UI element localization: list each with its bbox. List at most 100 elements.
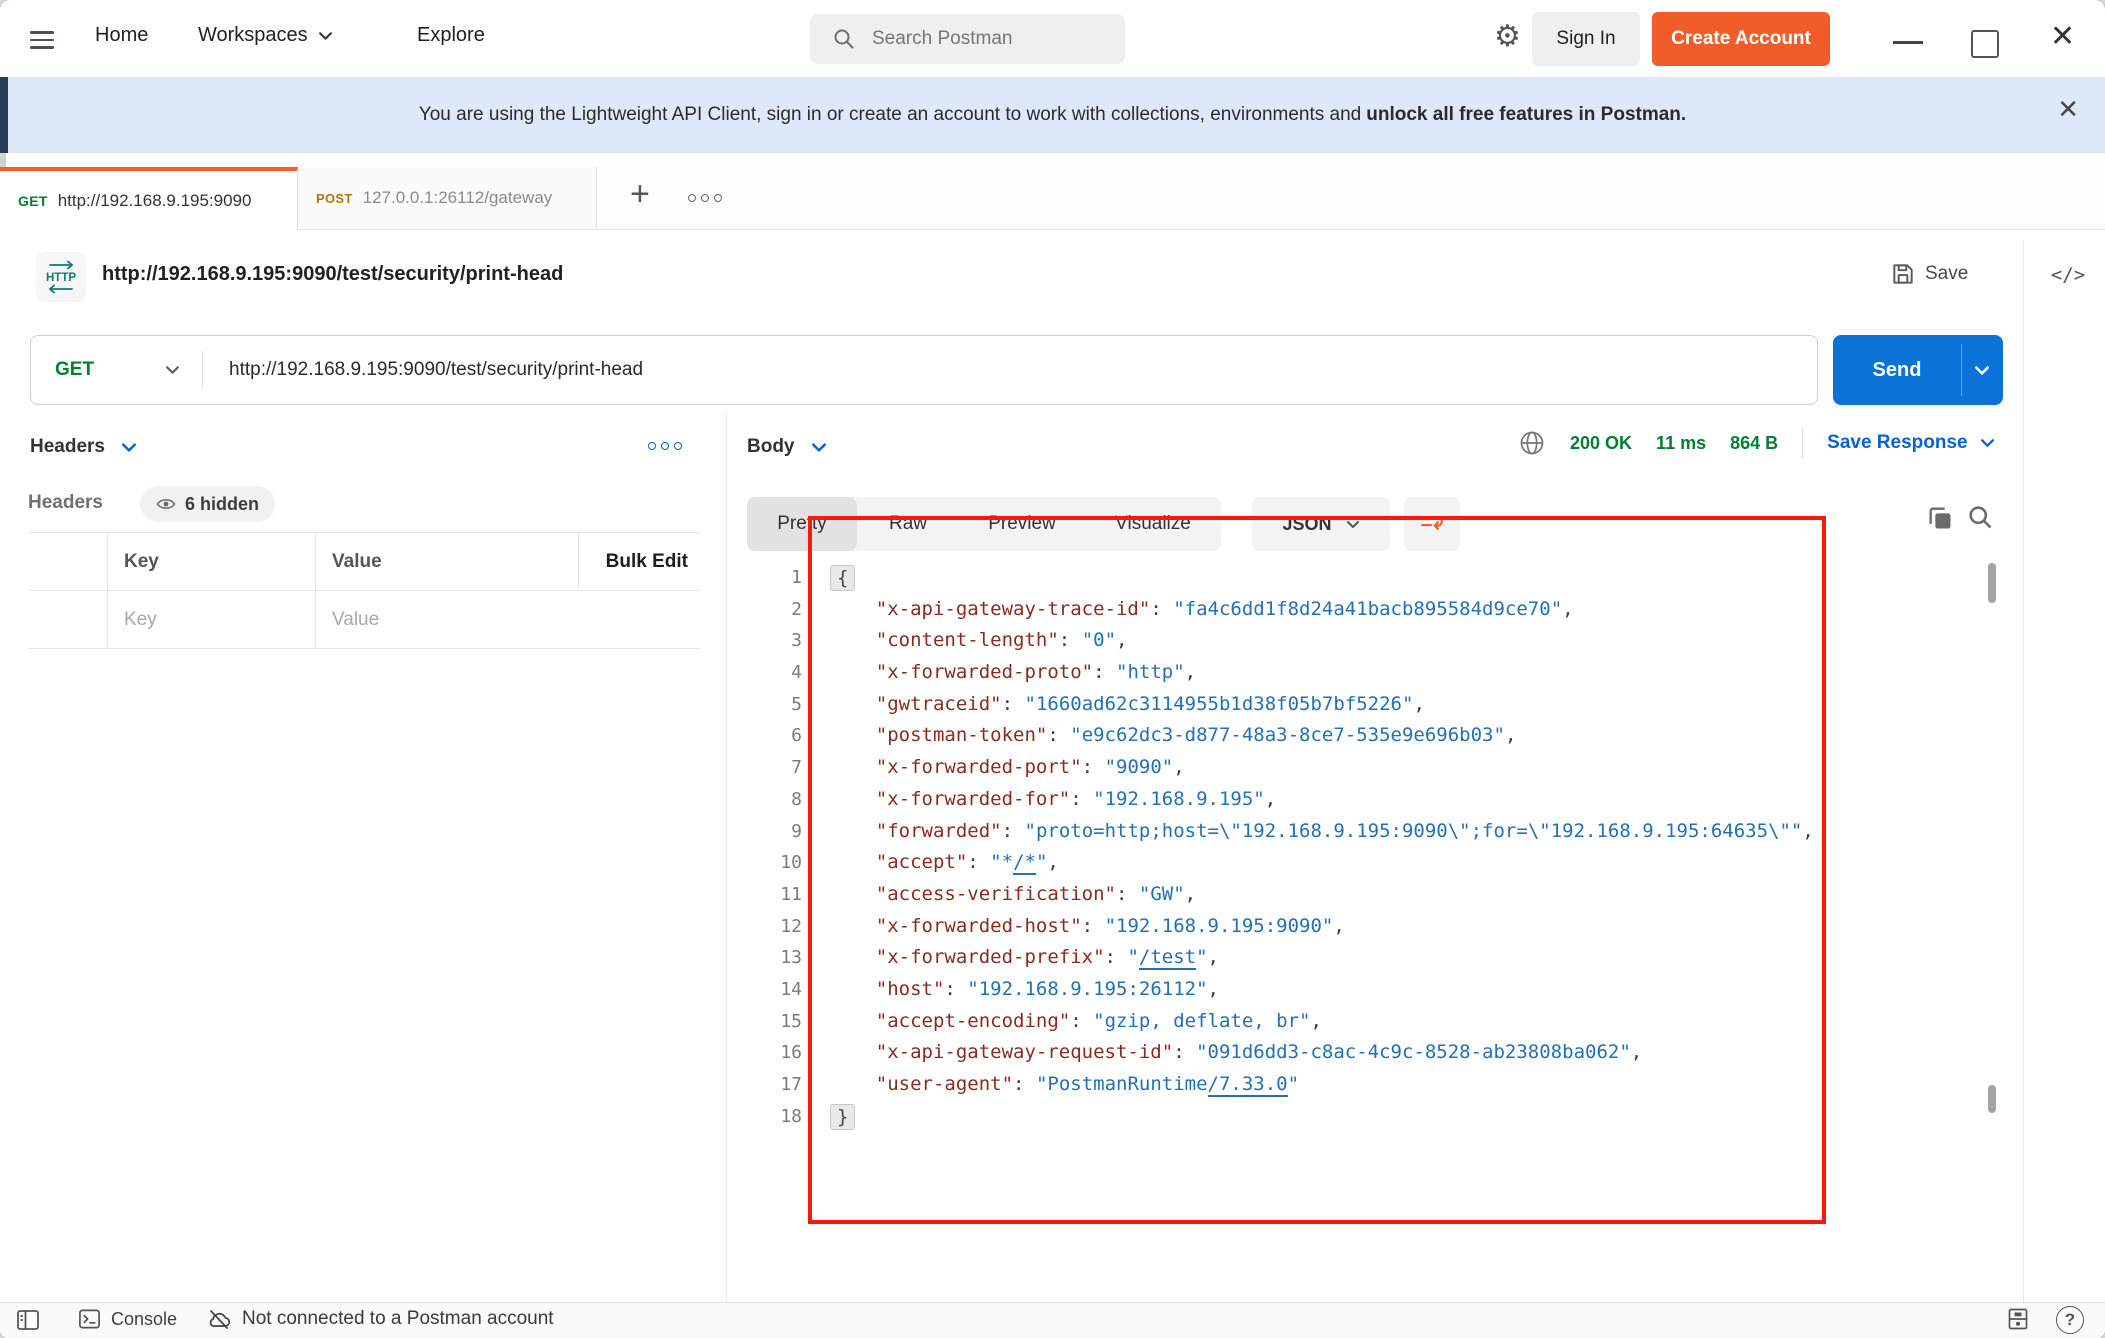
chevron-down-icon xyxy=(318,31,333,41)
request-tab-active[interactable]: GET http://192.168.9.195:9090 xyxy=(0,167,298,230)
nav-explore[interactable]: Explore xyxy=(417,24,485,47)
window-minimize-icon[interactable] xyxy=(1893,41,1923,44)
headers-table-empty-row: Key Value xyxy=(29,591,700,649)
send-split-divider xyxy=(1961,344,1962,396)
search-icon xyxy=(832,27,856,51)
save-label: Save xyxy=(1925,263,1968,285)
tab-method-get: GET xyxy=(18,193,48,209)
sidebar-toggle-icon[interactable] xyxy=(16,1309,40,1331)
window-close-icon[interactable]: ✕ xyxy=(2050,22,2075,52)
request-title: http://192.168.9.195:9090/test/security/… xyxy=(102,263,563,286)
copy-response-icon[interactable] xyxy=(1926,504,1954,532)
code-link[interactable]: /* xyxy=(1013,851,1036,875)
key-input-cell[interactable]: Key xyxy=(108,591,316,648)
sign-in-button[interactable]: Sign In xyxy=(1532,12,1640,66)
method-chevron-icon[interactable] xyxy=(165,365,180,375)
new-tab-button[interactable]: + xyxy=(630,175,650,214)
response-size[interactable]: 864 B xyxy=(1730,433,1778,454)
hamburger-menu-icon[interactable] xyxy=(30,26,54,54)
headers-section-toggle[interactable]: Headers xyxy=(30,436,137,458)
banner-close-icon[interactable]: ✕ xyxy=(2057,96,2079,122)
send-button[interactable]: Send xyxy=(1833,335,2003,405)
tab-method-post: POST xyxy=(316,191,353,206)
connection-status-label: Not connected to a Postman account xyxy=(242,1308,554,1330)
banner-text-bold: unlock all free features in Postman. xyxy=(1366,104,1686,126)
response-view-tabs: Pretty Raw Preview Visualize xyxy=(747,497,1221,551)
search-input[interactable] xyxy=(870,27,1104,51)
split-pane-icon[interactable] xyxy=(2006,1307,2030,1331)
header-select-column xyxy=(29,533,108,590)
http-request-icon: HTTP xyxy=(36,252,86,302)
header-key-column: Key xyxy=(108,533,316,590)
code-snippet-toggle[interactable]: </> xyxy=(2040,264,2096,286)
line-number: 8 xyxy=(758,784,802,816)
save-button[interactable]: Save xyxy=(1890,261,1968,287)
tab-visualize[interactable]: Visualize xyxy=(1085,497,1221,551)
url-bar-divider xyxy=(202,351,203,389)
connection-status[interactable]: Not connected to a Postman account xyxy=(206,1307,554,1331)
code-line: 8 "x-forwarded-for": "192.168.9.195", xyxy=(758,784,1998,816)
line-number: 12 xyxy=(758,911,802,943)
line-number: 9 xyxy=(758,816,802,848)
code-line: 10 "accept": "*/*", xyxy=(758,847,1998,879)
code-lines[interactable]: 1{2 "x-api-gateway-trace-id": "fa4c6dd1f… xyxy=(758,562,1998,1132)
code-line: 14 "host": "192.168.9.195:26112", xyxy=(758,974,1998,1006)
line-number: 3 xyxy=(758,625,802,657)
save-response-label: Save Response xyxy=(1827,432,1967,454)
create-account-button[interactable]: Create Account xyxy=(1652,12,1830,66)
tab-preview[interactable]: Preview xyxy=(959,497,1085,551)
nav-workspaces[interactable]: Workspaces xyxy=(198,24,333,47)
tab-raw[interactable]: Raw xyxy=(857,497,959,551)
method-selector[interactable]: GET xyxy=(55,359,165,381)
nav-home[interactable]: Home xyxy=(95,24,148,47)
console-button[interactable]: Console xyxy=(78,1308,177,1330)
code-line: 3 "content-length": "0", xyxy=(758,625,1998,657)
line-number: 6 xyxy=(758,720,802,752)
response-status[interactable]: 200 OK xyxy=(1570,433,1632,454)
send-options-chevron-icon[interactable] xyxy=(1974,365,1990,376)
headers-list-label: Headers xyxy=(28,492,103,514)
hidden-headers-badge[interactable]: 6 hidden xyxy=(140,486,275,522)
code-line: 17 "user-agent": "PostmanRuntime/7.33.0" xyxy=(758,1069,1998,1101)
row-select-cell[interactable] xyxy=(29,591,108,648)
response-scrollbar-thumb[interactable] xyxy=(1988,563,1996,603)
headers-options-menu-icon[interactable] xyxy=(648,442,682,450)
value-input-cell[interactable]: Value xyxy=(316,591,579,648)
code-scrollbar-thumb[interactable] xyxy=(1988,1085,1996,1113)
code-line: 1{ xyxy=(758,562,1998,594)
code-line: 12 "x-forwarded-host": "192.168.9.195:90… xyxy=(758,911,1998,943)
body-section-toggle[interactable]: Body xyxy=(747,436,827,458)
settings-gear-icon[interactable]: ⚙ xyxy=(1494,22,1521,52)
search-response-icon[interactable] xyxy=(1966,503,1994,531)
code-line: 13 "x-forwarded-prefix": "/test", xyxy=(758,942,1998,974)
request-tab-strip: GET http://192.168.9.195:9090 POST 127.0… xyxy=(0,167,2105,230)
response-time[interactable]: 11 ms xyxy=(1656,433,1706,454)
format-selector[interactable]: JSON xyxy=(1252,497,1390,551)
search-box[interactable] xyxy=(810,14,1125,64)
help-icon[interactable]: ? xyxy=(2056,1306,2084,1334)
bulk-edit-button[interactable]: Bulk Edit xyxy=(606,551,688,573)
code-line: 15 "accept-encoding": "gzip, deflate, br… xyxy=(758,1006,1998,1038)
cloud-offline-icon xyxy=(206,1307,232,1331)
svg-text:HTTP: HTTP xyxy=(46,272,76,284)
code-link[interactable]: /7.33.0 xyxy=(1208,1073,1288,1097)
panel-divider[interactable] xyxy=(726,412,727,1302)
url-input[interactable] xyxy=(227,358,1581,382)
code-link[interactable]: /test xyxy=(1139,946,1196,970)
network-globe-icon[interactable] xyxy=(1518,429,1546,457)
line-number: 18 xyxy=(758,1101,802,1133)
window-maximize-icon[interactable] xyxy=(1971,30,1999,58)
code-line: 7 "x-forwarded-port": "9090", xyxy=(758,752,1998,784)
tab-url: 127.0.0.1:26112/gateway xyxy=(363,188,578,208)
tab-pretty[interactable]: Pretty xyxy=(747,497,857,551)
tab-url: http://192.168.9.195:9090 xyxy=(58,191,278,211)
headers-table-header-row: Key Value Bulk Edit xyxy=(29,533,700,591)
request-tab-inactive[interactable]: POST 127.0.0.1:26112/gateway xyxy=(298,167,597,229)
save-response-button[interactable]: Save Response xyxy=(1827,432,1994,454)
tab-options-menu-icon[interactable] xyxy=(688,194,722,202)
wrap-lines-icon xyxy=(1419,512,1445,536)
line-number: 4 xyxy=(758,657,802,689)
wrap-lines-button[interactable] xyxy=(1404,497,1460,551)
code-line: 6 "postman-token": "e9c62dc3-d877-48a3-8… xyxy=(758,720,1998,752)
body-chevron-icon xyxy=(811,442,827,453)
